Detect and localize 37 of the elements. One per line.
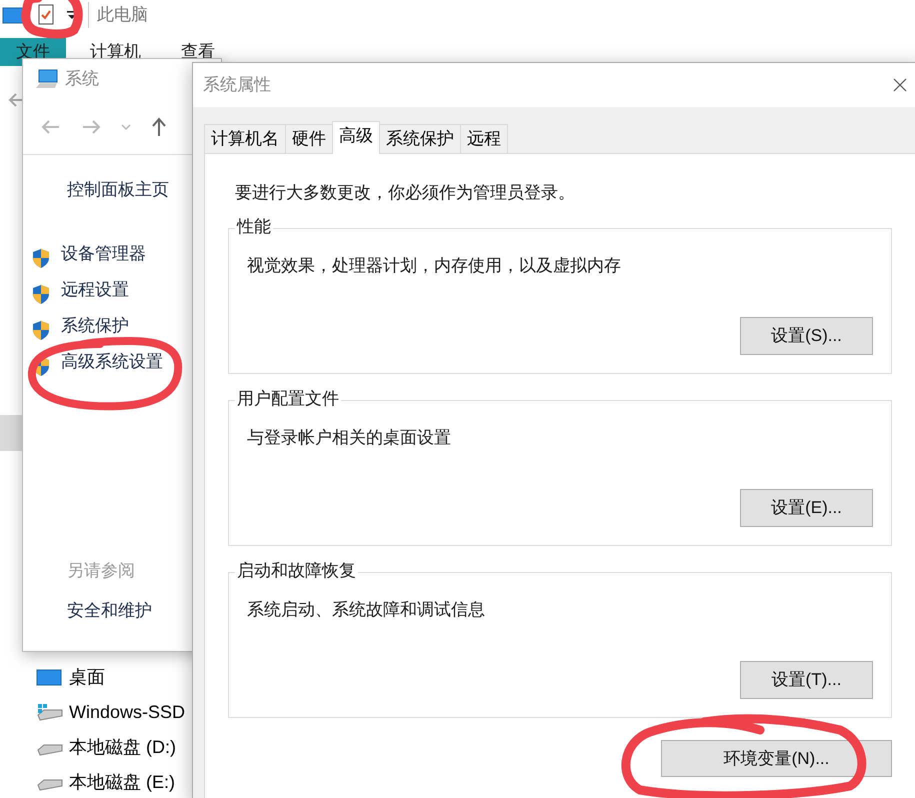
computer-icon	[35, 69, 59, 89]
task-link[interactable]: 系统保护	[61, 312, 129, 338]
environment-variables-button[interactable]: 环境变量(N)...	[661, 740, 892, 778]
tab[interactable]: 高级	[332, 121, 380, 154]
nav-item[interactable]: Windows-SSD	[36, 697, 186, 728]
window-title: 系统	[65, 68, 99, 90]
tab[interactable]: 计算机名	[204, 124, 286, 154]
drive-icon	[36, 703, 63, 722]
group-description: 与登录帐户相关的桌面设置	[247, 426, 452, 449]
see-also-link[interactable]: 安全和维护	[67, 598, 152, 623]
task-link[interactable]: 设备管理器	[61, 240, 146, 266]
desktop-icon	[36, 668, 63, 687]
shield-icon	[31, 248, 51, 269]
ribbon-tab[interactable]: 查看	[165, 38, 231, 66]
task-link[interactable]: 高级系统设置	[61, 348, 163, 374]
shield-icon	[31, 320, 51, 341]
nav-item[interactable]: 本地磁盘 (D:)	[36, 732, 176, 763]
nav-item[interactable]: 本地磁盘 (E:)	[36, 767, 175, 798]
section-heading: 另请参阅	[66, 560, 136, 582]
properties-icon[interactable]	[36, 4, 56, 26]
up-icon[interactable]	[151, 116, 167, 136]
group-description: 系统启动、系统故障和调试信息	[247, 598, 486, 621]
selection-highlight	[0, 415, 22, 451]
shield-icon	[31, 284, 51, 305]
settings-button[interactable]: 设置(S)...	[740, 317, 873, 355]
home-link[interactable]: 控制面板主页	[67, 177, 169, 202]
close-icon[interactable]	[893, 78, 907, 92]
window-title: 此电脑	[88, 2, 148, 28]
nav-item[interactable]: 桌面	[36, 662, 105, 693]
task-link[interactable]: 远程设置	[61, 276, 129, 302]
tab[interactable]: 远程	[460, 124, 508, 154]
admin-note: 要进行大多数更改，你必须作为管理员登录。	[234, 182, 576, 204]
group-description: 视觉效果，处理器计划，内存使用，以及虚拟内存	[247, 254, 622, 277]
window-title: 系统属性	[203, 74, 271, 96]
settings-button[interactable]: 设置(T)...	[740, 661, 873, 699]
annotation-mark	[21, 0, 83, 38]
settings-button[interactable]: 设置(E)...	[740, 489, 873, 527]
